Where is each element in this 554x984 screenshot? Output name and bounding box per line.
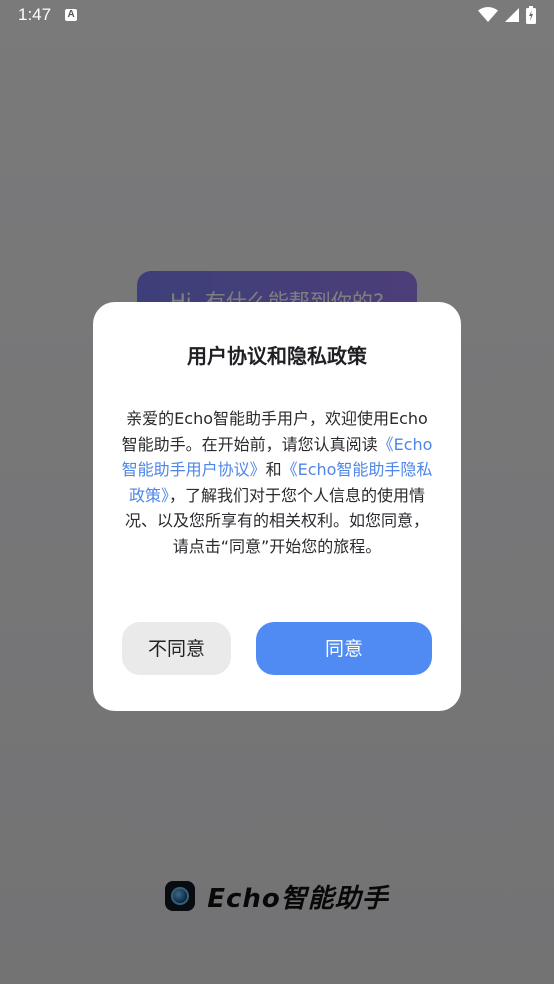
body-text-and: 和 <box>265 460 282 480</box>
status-icons <box>478 6 536 24</box>
status-bar: 1:47 A <box>0 0 554 30</box>
screen: Hi, 有什么能帮到你的? Echo智能助手 1:47 A 用户协议和隐私政策 <box>0 0 554 984</box>
wifi-icon <box>478 7 498 22</box>
notification-a-icon: A <box>65 9 78 21</box>
body-text-rest: ，了解我们对于您个人信息的使用情况、以及您所享有的相关权利。如您同意，请点击“同… <box>124 485 429 556</box>
dialog-title: 用户协议和隐私政策 <box>187 344 367 368</box>
cellular-signal-icon <box>505 8 519 22</box>
status-time: 1:47 <box>18 5 52 24</box>
accept-button[interactable]: 同意 <box>256 622 432 675</box>
decline-button[interactable]: 不同意 <box>122 622 231 675</box>
dialog-body: 亲爱的Echo智能助手用户，欢迎使用Echo智能助手。在开始前，请您认真阅读《E… <box>121 406 433 560</box>
agreement-dialog: 用户协议和隐私政策 亲爱的Echo智能助手用户，欢迎使用Echo智能助手。在开始… <box>93 302 461 711</box>
battery-icon <box>526 6 536 24</box>
